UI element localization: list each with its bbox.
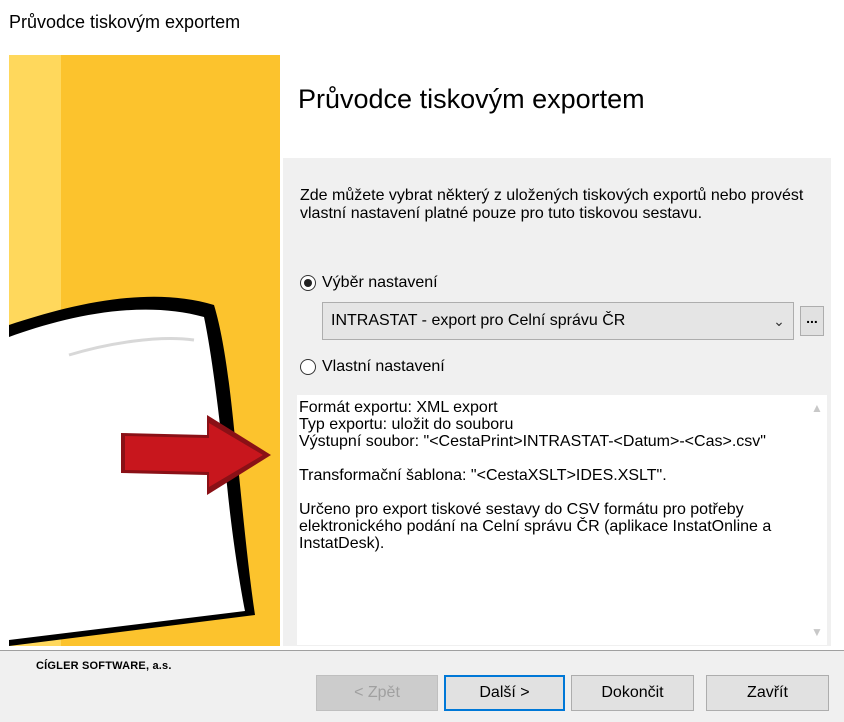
preset-select-value: INTRASTAT - export pro Celní správu ČR <box>331 312 626 329</box>
description-text: Formát exportu: XML export Typ exportu: … <box>299 399 787 552</box>
wizard-heading: Průvodce tiskovým exportem <box>298 84 645 114</box>
back-button[interactable]: < Zpět <box>316 675 438 711</box>
paper-arrow-illustration <box>9 55 280 646</box>
footer-bar: CÍGLER SOFTWARE, a.s. < Zpět Další > Dok… <box>0 650 844 722</box>
browse-presets-button[interactable]: ... <box>800 306 824 336</box>
radio-preset-row[interactable]: Výběr nastavení <box>300 274 438 292</box>
description-box[interactable]: Formát exportu: XML export Typ exportu: … <box>297 395 827 645</box>
radio-preset[interactable] <box>300 275 316 291</box>
close-button[interactable]: Zavřít <box>706 675 829 711</box>
intro-text: Zde můžete vybrat některý z uložených ti… <box>300 187 804 222</box>
chevron-up-icon[interactable]: ▲ <box>807 401 827 415</box>
radio-custom[interactable] <box>300 359 316 375</box>
title-bar: Průvodce tiskovým exportem <box>0 0 844 45</box>
desc-type: Typ exportu: uložit do souboru <box>299 416 514 433</box>
wizard-window: Průvodce tiskovým exportem Průvodce tisk… <box>0 0 844 722</box>
desc-format: Formát exportu: XML export <box>299 399 498 416</box>
window-title: Průvodce tiskovým exportem <box>9 12 241 32</box>
company-label: CÍGLER SOFTWARE, a.s. <box>36 660 172 672</box>
next-button[interactable]: Další > <box>444 675 565 711</box>
desc-template: Transformační šablona: "<CestaXSLT>IDES.… <box>299 467 667 484</box>
desc-output: Výstupní soubor: "<CestaPrint>INTRASTAT-… <box>299 433 766 450</box>
desc-purpose: Určeno pro export tiskové sestavy do CSV… <box>299 501 772 552</box>
chevron-down-icon[interactable]: ⌄ <box>765 313 793 330</box>
radio-preset-label: Výběr nastavení <box>322 274 438 291</box>
chevron-down-icon[interactable]: ▼ <box>807 625 827 639</box>
radio-custom-label: Vlastní nastavení <box>322 358 445 375</box>
preset-select[interactable]: INTRASTAT - export pro Celní správu ČR ⌄ <box>322 302 794 340</box>
finish-button[interactable]: Dokončit <box>571 675 694 711</box>
radio-custom-row[interactable]: Vlastní nastavení <box>300 358 445 376</box>
description-scrollbar[interactable]: ▲ ▼ <box>807 395 827 645</box>
